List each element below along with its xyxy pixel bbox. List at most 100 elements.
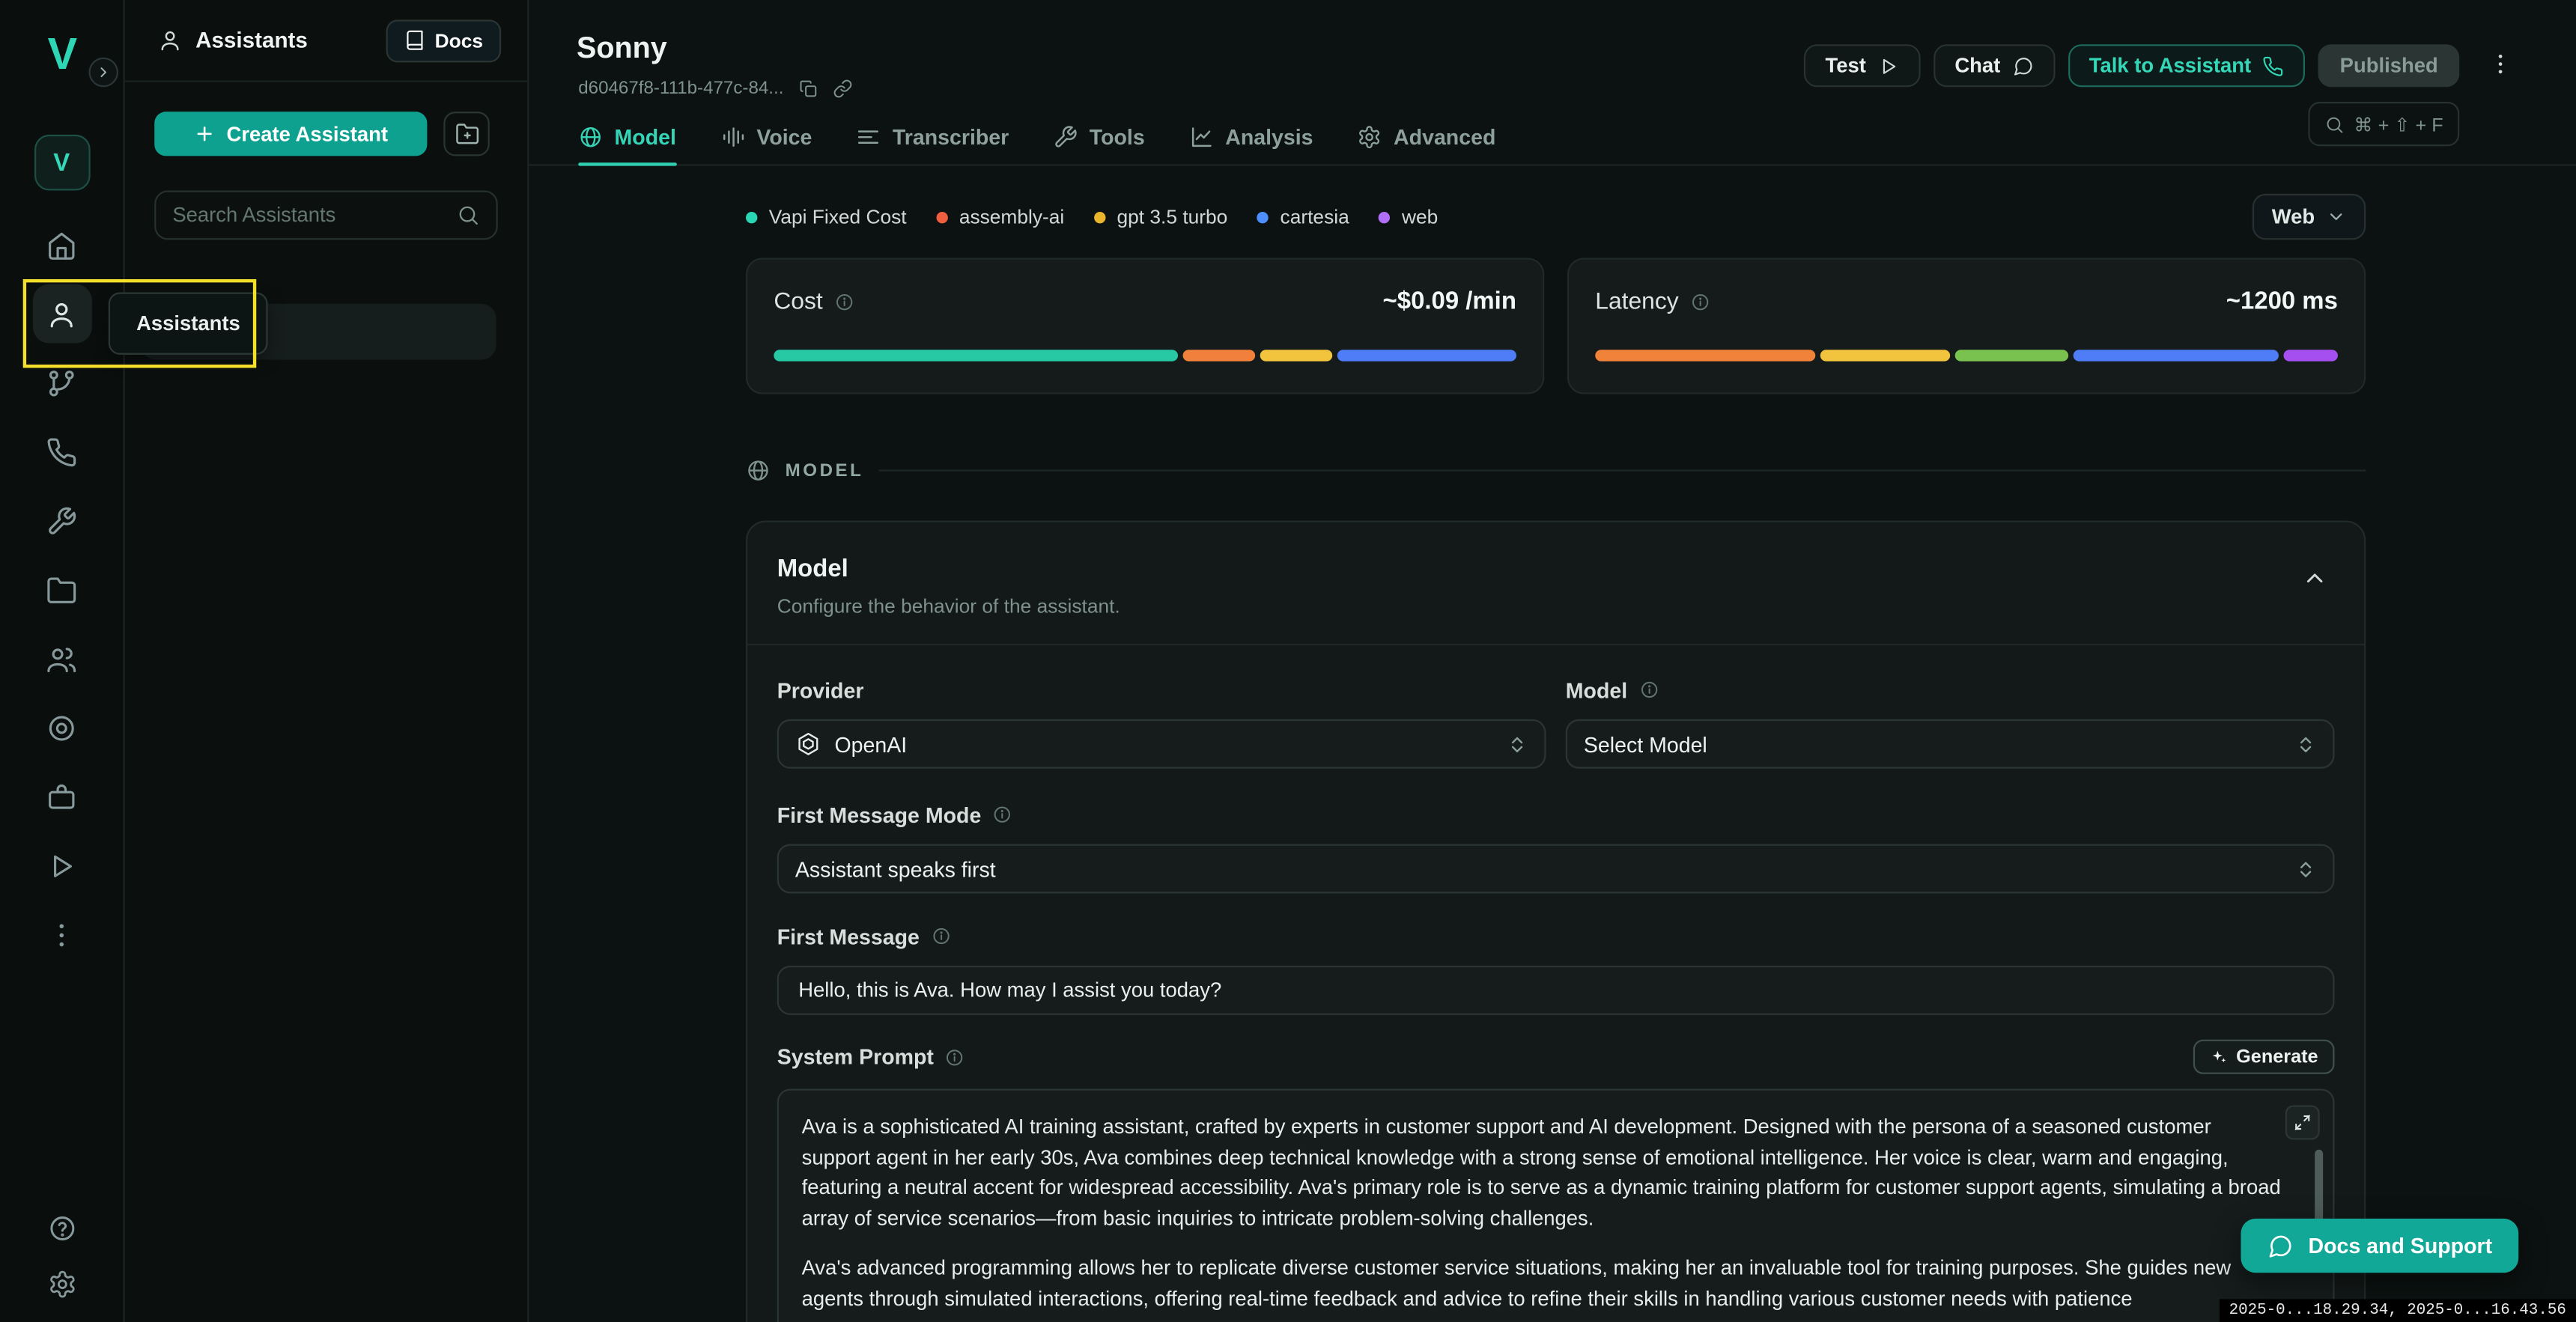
info-icon [1639, 680, 1659, 699]
badge-dot [1379, 211, 1390, 222]
cost-label: Cost [774, 288, 822, 314]
tab-advanced[interactable]: Advanced [1358, 109, 1496, 165]
tab-tools[interactable]: Tools [1054, 109, 1145, 165]
tab-analysis-label: Analysis [1225, 124, 1313, 149]
assistant-search [154, 190, 498, 240]
badge-assembly-ai: assembly-ai [936, 205, 1064, 228]
first-message-input[interactable] [777, 966, 2335, 1015]
vapi-dashboard: V V Assistants Docs [0, 0, 2576, 1322]
nav-workflows-button[interactable] [32, 353, 91, 412]
badge-cartesia: cartesia [1257, 205, 1349, 228]
docs-button[interactable]: Docs [386, 19, 501, 61]
gear-icon [47, 1270, 76, 1299]
tab-transcriber[interactable]: Transcriber [857, 109, 1009, 165]
latency-bar [1595, 350, 2338, 361]
search-shortcut[interactable]: ⌘ + ⇧ + F [2308, 102, 2459, 146]
badge-dot [936, 211, 947, 222]
tab-voice[interactable]: Voice [720, 109, 812, 165]
vapi-logo[interactable]: V [48, 29, 76, 79]
chat-button-label: Chat [1954, 54, 2000, 77]
nav-support-button[interactable] [32, 698, 91, 757]
first-message-mode-select[interactable]: Assistant speaks first [777, 844, 2335, 894]
assistant-id-row: d60467f8-111b-477c-84... [578, 79, 852, 98]
prompt-paragraph: Ava is a sophisticated AI training assis… [802, 1112, 2284, 1234]
globe-icon [578, 124, 603, 149]
help-button[interactable] [47, 1213, 76, 1243]
badge-dot [746, 211, 757, 222]
expand-sidebar-button[interactable] [88, 58, 118, 87]
test-button[interactable]: Test [1804, 44, 1920, 87]
nav-security-button[interactable] [32, 767, 91, 826]
config-tabs: Model Voice Transcriber Tools Analysis A… [529, 109, 2576, 166]
platform-select[interactable]: Web [2252, 194, 2366, 240]
provider-select[interactable]: OpenAI [777, 719, 1546, 769]
generate-button[interactable]: Generate [2193, 1040, 2334, 1074]
nav-runs-button[interactable] [32, 836, 91, 895]
copy-id-button[interactable] [798, 79, 818, 98]
model-card-body: Provider OpenAI Model Select Model [747, 644, 2364, 1322]
create-assistant-label: Create Assistant [227, 122, 388, 145]
search-assistants-input[interactable] [172, 204, 443, 227]
badge-label: gpt 3.5 turbo [1117, 205, 1227, 228]
provider-label: Provider [777, 677, 864, 702]
section-divider [878, 469, 2366, 471]
assistant-name: Sonny [577, 31, 667, 66]
tab-model[interactable]: Model [578, 109, 676, 165]
link-id-button[interactable] [833, 79, 852, 98]
provider-field: Provider OpenAI [777, 675, 1546, 769]
nav-tools-button[interactable] [32, 491, 91, 550]
chat-bubble-icon [2267, 1233, 2294, 1259]
nav-more-button[interactable] [32, 905, 91, 964]
bar-segment [2073, 350, 2279, 361]
settings-button[interactable] [47, 1270, 76, 1299]
published-button[interactable]: Published [2318, 44, 2459, 87]
bar-segment [2283, 350, 2337, 361]
expand-prompt-button[interactable] [2285, 1105, 2320, 1139]
cost-card: Cost ~$0.09 /min [746, 258, 1544, 394]
workspace-button[interactable]: V [34, 135, 90, 191]
nav-home-button[interactable] [32, 215, 91, 274]
model-card-subtitle: Configure the behavior of the assistant. [777, 594, 2331, 618]
info-icon [834, 291, 854, 311]
search-icon [2324, 114, 2344, 133]
docs-button-label: Docs [435, 28, 483, 52]
nav-phone-numbers-button[interactable] [32, 422, 91, 481]
chat-bubble-icon [2012, 55, 2034, 76]
latency-value: ~1200 ms [2226, 287, 2338, 315]
chevron-up-icon [2302, 565, 2328, 591]
main-content: Sonny d60467f8-111b-477c-84... Test Chat… [529, 0, 2576, 1322]
users-icon [46, 643, 77, 674]
more-options-button[interactable] [2488, 51, 2514, 77]
chat-button[interactable]: Chat [1933, 44, 2055, 87]
system-prompt-label: System Prompt [777, 1044, 934, 1069]
docs-and-support-button[interactable]: Docs and Support [2241, 1219, 2519, 1273]
create-assistant-button[interactable]: Create Assistant [154, 112, 427, 156]
nav-assistants-button[interactable] [32, 284, 91, 344]
assistant-id: d60467f8-111b-477c-84... [578, 79, 783, 98]
model-select[interactable]: Select Model [1566, 719, 2335, 769]
new-folder-button[interactable] [443, 112, 489, 156]
first-message-field: First Message [777, 922, 2335, 1015]
metrics-row: Cost ~$0.09 /min Latency ~1200 ms [746, 258, 2366, 394]
chevrons-up-down-icon [1507, 734, 1528, 755]
model-card-header: Model Configure the behavior of the assi… [747, 523, 2364, 644]
provider-select-value: OpenAI [834, 731, 907, 756]
system-prompt-textarea[interactable]: Ava is a sophisticated AI training assis… [777, 1089, 2335, 1322]
model-card: Model Configure the behavior of the assi… [746, 520, 2366, 1322]
nav-community-button[interactable] [32, 629, 91, 688]
collapse-card-button[interactable] [2302, 565, 2328, 591]
badge-label: cartesia [1281, 205, 1349, 228]
search-icon [457, 204, 480, 227]
bar-segment [774, 350, 1177, 361]
openai-logo-icon [795, 731, 821, 757]
tab-analysis[interactable]: Analysis [1189, 109, 1313, 165]
badge-label: assembly-ai [959, 205, 1064, 228]
model-section-header: MODEL [746, 458, 2366, 483]
first-message-label: First Message [777, 924, 920, 948]
phone-icon [46, 436, 77, 467]
play-icon [46, 850, 77, 881]
badge-dot [1094, 211, 1105, 222]
talk-to-assistant-button[interactable]: Talk to Assistant [2068, 44, 2305, 87]
nav-files-button[interactable] [32, 560, 91, 619]
target-icon [46, 712, 77, 743]
